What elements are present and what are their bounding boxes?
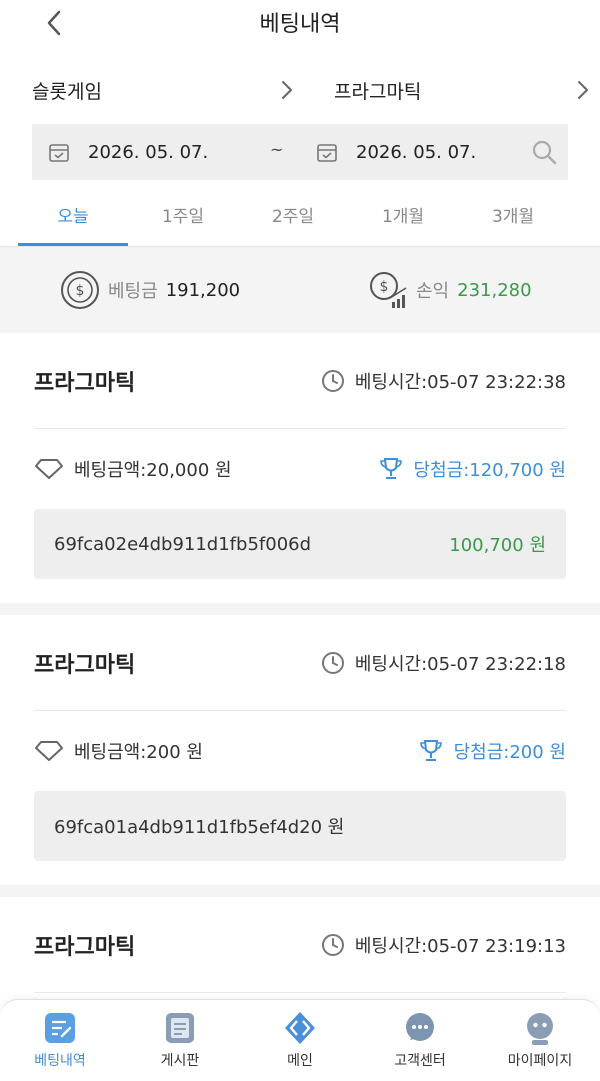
win-amount: 당첨금:120,700 원	[378, 456, 566, 482]
end-date-field[interactable]: 2026. 05. 07.	[316, 124, 476, 180]
card-divider	[0, 885, 600, 897]
tab-today[interactable]: 오늘	[18, 180, 128, 246]
bet-amount-value: 베팅금액:20,000 원	[74, 460, 232, 481]
bet-time-value: 베팅시간:05-07 23:19:13	[354, 935, 566, 957]
date-separator: ~	[270, 140, 284, 159]
start-date-field[interactable]: 2026. 05. 07.	[48, 124, 208, 180]
profit-chart-icon: $	[370, 272, 407, 308]
card-divider	[0, 603, 600, 615]
summary-bar: $ 베팅금 191,200 $ 손익 231,280	[0, 247, 600, 333]
bet-amount: 베팅금액:200 원	[34, 738, 203, 764]
bet-amount: 베팅금액:20,000 원	[34, 456, 232, 482]
svg-text:$: $	[76, 283, 85, 299]
bet-game-title: 프라그마틱	[34, 652, 136, 678]
bet-time-value: 베팅시간:05-07 23:22:18	[354, 653, 566, 675]
bet-profit: 100,700 원	[449, 535, 546, 556]
category-label: 슬롯게임	[32, 80, 102, 103]
nav-mypage[interactable]: 마이페이지	[480, 1000, 600, 1081]
profit-total-value: 231,280	[457, 279, 532, 301]
bet-hash: 69fca01a4db911d1fb5ef4d20 원	[54, 817, 345, 838]
main-icon	[285, 1012, 315, 1044]
chevron-right-icon	[578, 81, 588, 99]
board-icon	[166, 1013, 194, 1043]
bet-amount-value: 베팅금액:200 원	[74, 742, 203, 763]
bet-time-value: 베팅시간:05-07 23:22:38	[354, 371, 566, 393]
nav-label: 고객센터	[394, 1053, 446, 1069]
nav-board[interactable]: 게시판	[120, 1000, 240, 1081]
nav-label: 메인	[287, 1053, 313, 1069]
app-header: 베팅내역	[0, 0, 600, 56]
trophy-icon	[379, 458, 402, 479]
win-amount-value: 당첨금:120,700 원	[413, 460, 566, 481]
bet-card-header: 프라그마틱 베팅시간:05-07 23:19:13	[34, 897, 566, 993]
chevron-right-icon	[282, 81, 292, 99]
bet-card-header: 프라그마틱 베팅시간:05-07 23:22:18	[34, 615, 566, 711]
bet-total: $ 베팅금 191,200	[58, 247, 240, 333]
win-amount-value: 당첨금:200 원	[453, 742, 566, 763]
nav-label: 베팅내역	[34, 1053, 86, 1069]
calendar-icon	[317, 144, 337, 162]
tab-1-week[interactable]: 1주일	[128, 180, 238, 246]
tab-2-weeks[interactable]: 2주일	[238, 180, 348, 246]
bet-card: 프라그마틱 베팅시간:05-07 23:22:18 베팅금액:200 원 당첨금…	[0, 615, 600, 885]
bet-card-amounts: 베팅금액:20,000 원 당첨금:120,700 원	[34, 429, 566, 509]
tab-1-month[interactable]: 1개월	[348, 180, 458, 246]
clock-icon	[321, 369, 344, 392]
provider-label: 프라그마틱	[334, 80, 422, 103]
bet-game-title: 프라그마틱	[34, 934, 136, 960]
page-title: 베팅내역	[259, 12, 341, 37]
nav-support[interactable]: 고객센터	[360, 1000, 480, 1081]
profit-total: $ 손익 231,280	[366, 247, 532, 333]
nav-main[interactable]: 메인	[240, 1000, 360, 1081]
bet-time: 베팅시간:05-07 23:22:38	[321, 368, 566, 394]
bet-card: 프라그마틱 베팅시간:05-07 23:22:38 베팅금액:20,000 원 …	[0, 333, 600, 603]
bet-hash: 69fca02e4db911d1fb5f006d	[54, 533, 312, 555]
support-icon	[406, 1013, 434, 1041]
period-tabs: 오늘 1주일 2주일 1개월 3개월	[0, 180, 600, 246]
coin-icon: $	[61, 271, 99, 309]
nav-label: 마이페이지	[507, 1053, 573, 1069]
bet-history-icon	[45, 1013, 75, 1043]
tab-3-months[interactable]: 3개월	[458, 180, 568, 246]
category-selector[interactable]: 슬롯게임	[32, 56, 294, 124]
bet-time: 베팅시간:05-07 23:22:18	[321, 650, 566, 676]
svg-text:$: $	[380, 279, 389, 295]
bet-time: 베팅시간:05-07 23:19:13	[321, 932, 566, 958]
bet-hash-box: 69fca01a4db911d1fb5ef4d20 원	[34, 791, 566, 861]
bet-hash-box: 69fca02e4db911d1fb5f006d 100,700 원	[34, 509, 566, 579]
calendar-icon	[49, 144, 69, 162]
bet-card: 프라그마틱 베팅시간:05-07 23:19:13	[0, 897, 600, 993]
bet-total-value: 191,200	[165, 279, 241, 301]
nav-label: 게시판	[160, 1053, 200, 1069]
mypage-icon	[527, 1013, 553, 1045]
bet-card-amounts: 베팅금액:200 원 당첨금:200 원	[34, 711, 566, 791]
bet-total-label: 베팅금	[108, 281, 158, 302]
bet-game-title: 프라그마틱	[34, 370, 136, 396]
search-icon[interactable]	[530, 138, 558, 166]
diamond-icon	[35, 741, 63, 761]
trophy-icon	[419, 740, 442, 761]
date-range-bar: 2026. 05. 07. ~ 2026. 05. 07.	[32, 124, 568, 180]
provider-selector[interactable]: 프라그마틱	[334, 56, 590, 124]
clock-icon	[321, 651, 344, 674]
diamond-icon	[35, 459, 63, 479]
clock-icon	[321, 933, 344, 956]
end-date-value: 2026. 05. 07.	[356, 141, 477, 163]
start-date-value: 2026. 05. 07.	[88, 141, 209, 163]
win-amount: 당첨금:200 원	[418, 738, 566, 764]
game-selector-row: 슬롯게임 프라그마틱	[0, 56, 600, 124]
bet-card-header: 프라그마틱 베팅시간:05-07 23:22:38	[34, 333, 566, 429]
nav-bet-history[interactable]: 베팅내역	[0, 1000, 120, 1081]
profit-total-label: 손익	[416, 281, 450, 302]
bottom-nav: 베팅내역 게시판 메인 고객센터 마이페이지	[0, 999, 600, 1081]
